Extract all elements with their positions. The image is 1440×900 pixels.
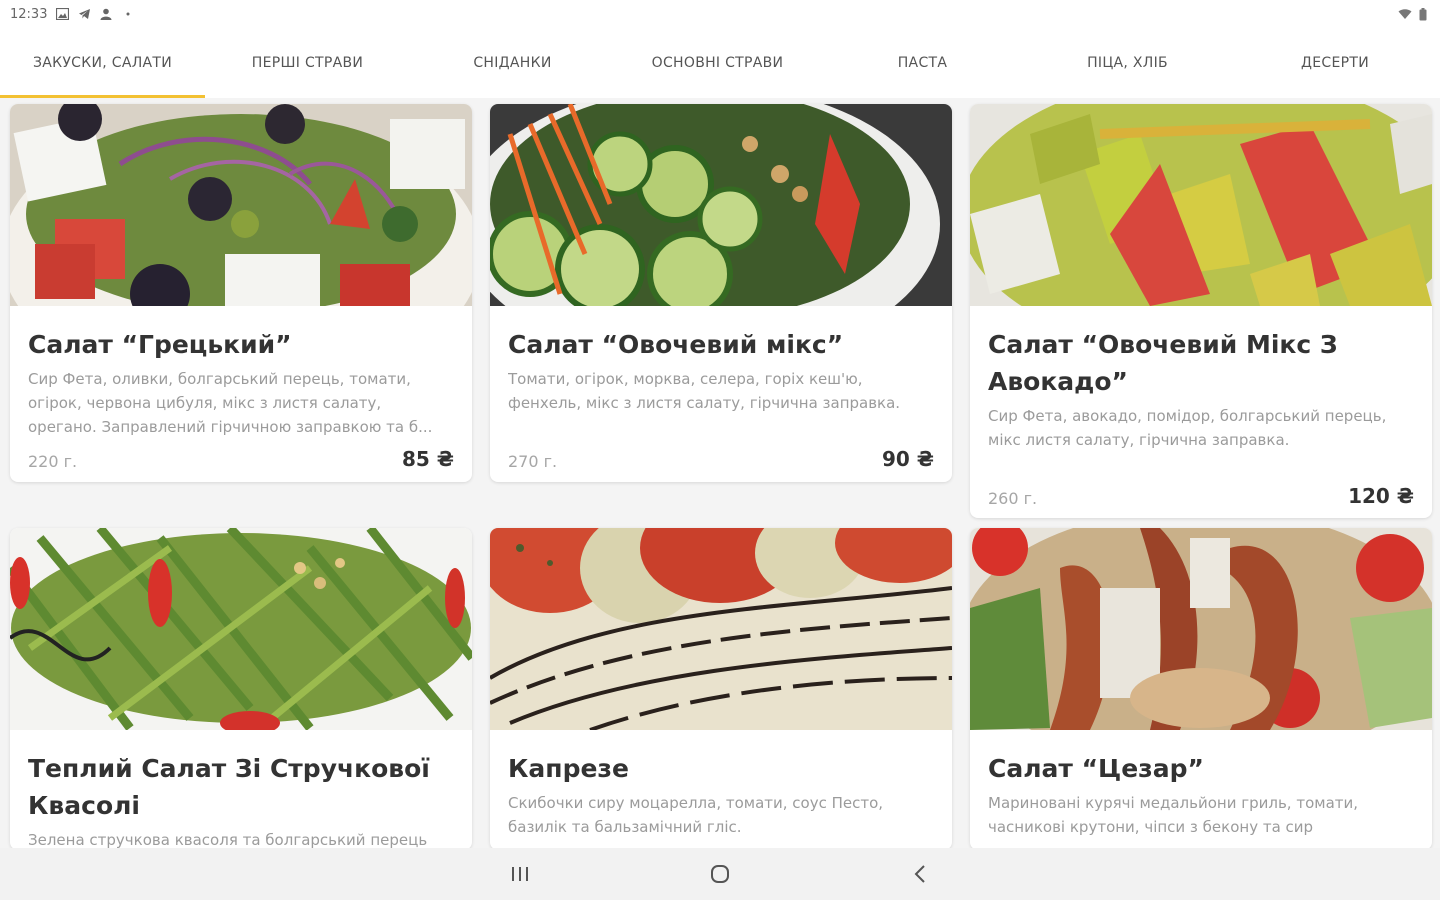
card-footer: 260 г. 120 ₴ xyxy=(988,484,1414,508)
dish-card-greek-salad[interactable]: Салат “Грецький” Сир Фета, оливки, болга… xyxy=(10,104,472,482)
tab-appetizers-salads[interactable]: ЗАКУСКИ, САЛАТИ xyxy=(0,28,205,98)
tab-desserts[interactable]: ДЕСЕРТИ xyxy=(1230,28,1440,98)
dish-title: Теплий Салат Зі Стручкової Квасолі xyxy=(28,754,430,820)
dish-title: Салат “Овочевий Мікс З Авокадо” xyxy=(988,330,1338,396)
card-body: Салат “Овочевий мікс” Томати, огірок, мо… xyxy=(490,306,952,482)
tab-label: ЗАКУСКИ, САЛАТИ xyxy=(32,55,173,71)
dot-icon xyxy=(121,7,135,21)
dish-weight: 270 г. xyxy=(508,452,558,471)
dish-card-caprese[interactable]: Капрезе Скибочки сиру моцарелла, томати,… xyxy=(490,528,952,848)
image-icon xyxy=(55,7,69,21)
tab-pasta[interactable]: ПАСТА xyxy=(820,28,1025,98)
card-footer: 220 г. 85 ₴ xyxy=(28,447,454,471)
tab-main-courses[interactable]: ОСНОВНІ СТРАВИ xyxy=(615,28,820,98)
card-body: Салат “Грецький” Сир Фета, оливки, болга… xyxy=(10,306,472,482)
dish-weight: 220 г. xyxy=(28,452,78,471)
dish-weight: 260 г. xyxy=(988,489,1038,508)
avocado-salad-image xyxy=(970,104,1432,306)
dish-price: 85 ₴ xyxy=(402,447,454,471)
wifi-icon xyxy=(1398,7,1412,21)
recents-icon[interactable] xyxy=(505,859,535,889)
tab-label: ДЕСЕРТИ xyxy=(1301,55,1369,71)
system-nav-bar xyxy=(0,848,1440,900)
status-bar: 12:33 xyxy=(0,0,1440,28)
caesar-salad-image xyxy=(970,528,1432,730)
tab-label: СНІДАНКИ xyxy=(473,55,552,71)
card-body: Салат “Овочевий Мікс З Авокадо” Сир Фета… xyxy=(970,306,1432,518)
home-icon[interactable] xyxy=(705,859,735,889)
dish-card-avocado-salad[interactable]: Салат “Овочевий Мікс З Авокадо” Сир Фета… xyxy=(970,104,1432,518)
dish-grid: Салат “Грецький” Сир Фета, оливки, болга… xyxy=(0,98,1440,848)
tab-label: ПАСТА xyxy=(897,55,948,71)
caprese-image xyxy=(490,528,952,730)
card-body: Капрезе Скибочки сиру моцарелла, томати,… xyxy=(490,730,952,848)
dish-card-green-bean-salad[interactable]: Теплий Салат Зі Стручкової Квасолі Зелен… xyxy=(10,528,472,848)
green-bean-salad-image xyxy=(10,528,472,730)
dish-description: Сир Фета, оливки, болгарський перець, то… xyxy=(28,370,433,436)
battery-icon xyxy=(1416,7,1430,21)
dish-price: 90 ₴ xyxy=(882,447,934,471)
tab-pizza-bread[interactable]: ПІЦА, ХЛІБ xyxy=(1025,28,1230,98)
card-body: Теплий Салат Зі Стручкової Квасолі Зелен… xyxy=(10,730,472,848)
greek-salad-image xyxy=(10,104,472,306)
dish-title: Салат “Овочевий мікс” xyxy=(508,330,844,359)
person-icon xyxy=(99,7,113,21)
dish-title: Салат “Грецький” xyxy=(28,330,292,359)
card-body: Салат “Цезар” Мариновані курячі медальйо… xyxy=(970,730,1432,848)
tab-first-courses[interactable]: ПЕРШІ СТРАВИ xyxy=(205,28,410,98)
dish-price: 120 ₴ xyxy=(1348,484,1414,508)
tab-label: ПЕРШІ СТРАВИ xyxy=(251,55,364,71)
dish-description: Мариновані курячі медальйони гриль, тома… xyxy=(988,794,1359,836)
category-tabs: ЗАКУСКИ, САЛАТИ ПЕРШІ СТРАВИ СНІДАНКИ ОС… xyxy=(0,28,1440,98)
dish-description: Сир Фета, авокадо, помідор, болгарський … xyxy=(988,407,1387,449)
tab-label: ОСНОВНІ СТРАВИ xyxy=(651,55,784,71)
tab-breakfasts[interactable]: СНІДАНКИ xyxy=(410,28,615,98)
telegram-icon xyxy=(77,7,91,21)
card-footer: 270 г. 90 ₴ xyxy=(508,447,934,471)
tab-label: ПІЦА, ХЛІБ xyxy=(1087,55,1168,71)
dish-description: Томати, огірок, морква, селера, горіх ке… xyxy=(508,370,901,412)
dish-title: Капрезе xyxy=(508,754,629,783)
dish-title: Салат “Цезар” xyxy=(988,754,1204,783)
vegetable-mix-image xyxy=(490,104,952,306)
back-icon[interactable] xyxy=(905,859,935,889)
dish-description: Скибочки сиру моцарелла, томати, соус Пе… xyxy=(508,794,884,836)
status-time: 12:33 xyxy=(10,6,48,22)
dish-card-vegetable-mix[interactable]: Салат “Овочевий мікс” Томати, огірок, мо… xyxy=(490,104,952,482)
dish-description: Зелена стручкова квасоля та болгарський … xyxy=(28,831,428,848)
dish-card-caesar-salad[interactable]: Салат “Цезар” Мариновані курячі медальйо… xyxy=(970,528,1432,848)
